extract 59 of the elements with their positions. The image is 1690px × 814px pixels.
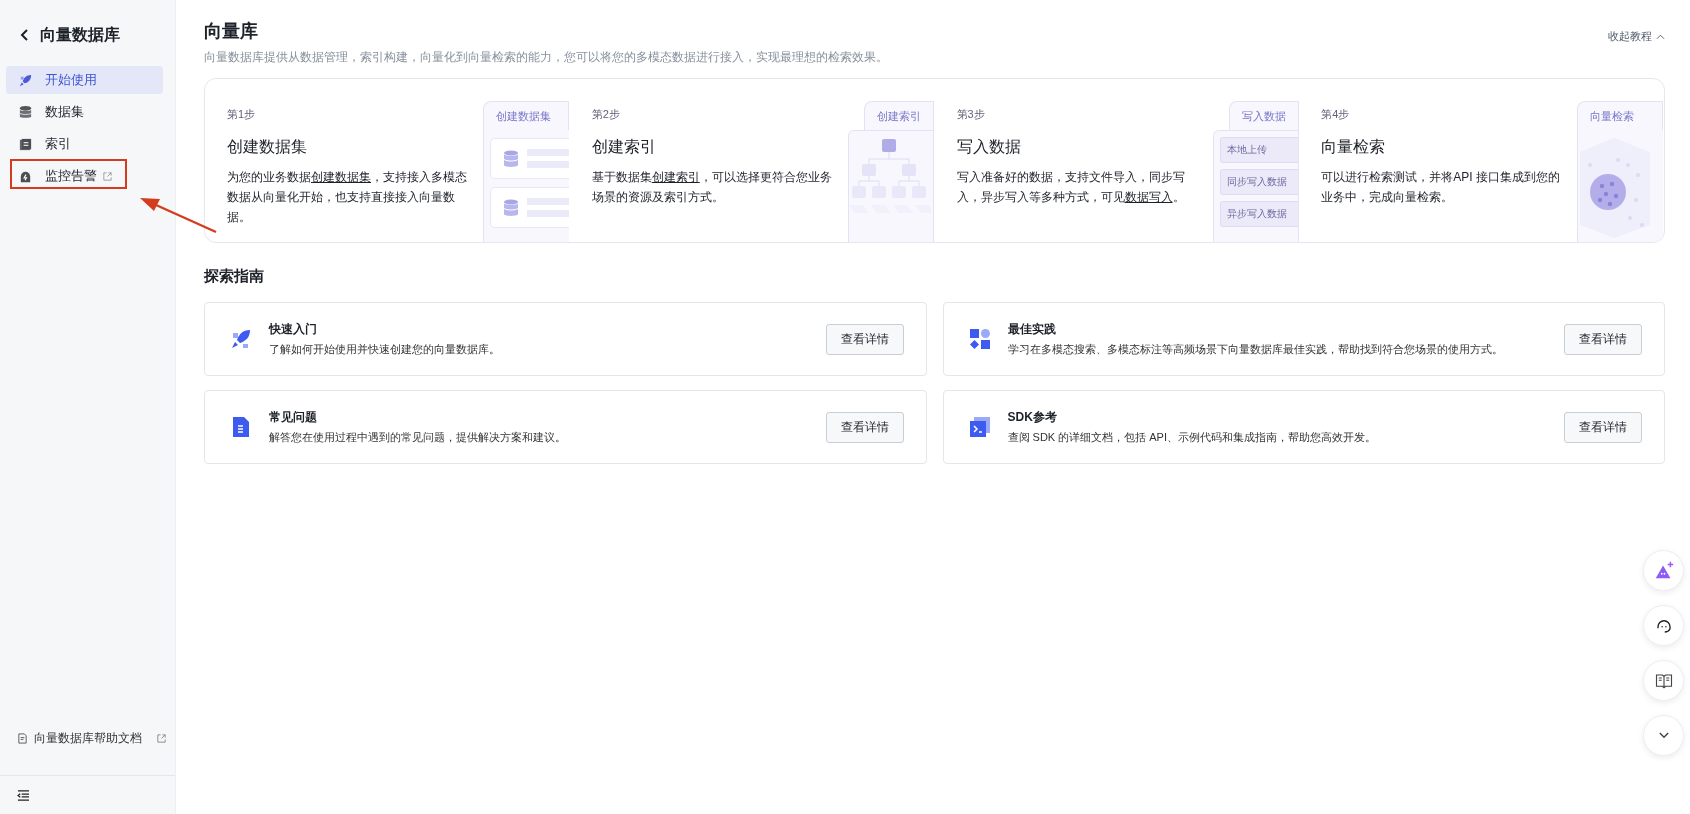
terminal-icon <box>967 415 992 439</box>
card-title: SDK参考 <box>1007 409 1058 426</box>
collapse-tutorial-link[interactable]: 收起教程 <box>1608 29 1665 44</box>
assistant-button[interactable] <box>1643 550 1684 591</box>
sidebar-item[interactable]: 监控告警 <box>6 162 163 190</box>
step-title: 创建数据集 <box>227 137 308 157</box>
index-icon <box>18 136 33 152</box>
sidebar-title: 向量数据库 <box>40 24 120 45</box>
card-title: 快速入门 <box>269 321 318 338</box>
external-link-icon <box>102 170 113 182</box>
card-title: 最佳实践 <box>1007 321 1057 338</box>
sidebar-item[interactable]: 索引 <box>6 130 163 158</box>
page-title: 向量库 <box>204 20 259 43</box>
step-title: 向量检索 <box>1321 137 1387 157</box>
view-details-button[interactable]: 查看详情 <box>825 323 904 355</box>
help-link[interactable]: 向量数据库帮助文档 <box>0 730 175 775</box>
step-description: 写入准备好的数据，支持文件导入，同步写入，异步写入等多种方式，可见数据写入。 <box>956 169 1186 206</box>
view-details-button[interactable]: 查看详情 <box>1564 323 1642 355</box>
step-number: 第2步 <box>591 107 621 122</box>
panel-item: 本地上传 <box>1219 137 1298 163</box>
document-icon <box>17 733 28 744</box>
external-link-icon <box>156 733 167 744</box>
step-link[interactable]: 数据写入 <box>1124 190 1173 204</box>
card-description: 查阅 SDK 的详细文档，包括 API、示例代码和集成指南，帮助您高效开发。 <box>1007 430 1378 445</box>
rocket-icon <box>229 327 253 351</box>
database-icon <box>503 149 519 168</box>
support-button[interactable] <box>1643 605 1684 646</box>
card-description: 学习在多模态搜索、多模态标注等高频场景下向量数据库最佳实践，帮助找到符合您场景的使用方式。 <box>1007 342 1504 357</box>
step-description: 可以进行检索测试，并将API 接口集成到您的业务中，完成向量检索。 <box>1321 169 1561 206</box>
sidebar-item[interactable]: 数据集 <box>6 98 163 126</box>
step-description: 为您的业务数据创建数据集，支持接入多模态数据从向量化开始，也支持直接接入向量数据。 <box>227 169 468 226</box>
step-link[interactable]: 创建数据集 <box>311 170 371 184</box>
card-title: 常见问题 <box>269 409 318 426</box>
view-details-button[interactable]: 查看详情 <box>825 411 904 443</box>
step-link[interactable]: 创建索引 <box>651 170 700 184</box>
section-heading: 探索指南 <box>204 267 265 286</box>
database-icon <box>18 104 33 120</box>
step-number: 第4步 <box>1321 107 1351 122</box>
rocket-icon <box>18 72 33 88</box>
step-title: 写入数据 <box>956 137 1022 157</box>
book-icon <box>1654 671 1673 690</box>
collapse-sidebar-icon[interactable] <box>17 789 30 801</box>
view-details-button[interactable]: 查看详情 <box>1564 411 1642 443</box>
chevron-down-icon <box>1658 732 1669 739</box>
panel-item: 同步写入数据 <box>1219 169 1298 195</box>
step-number: 第1步 <box>227 107 257 122</box>
back-icon[interactable] <box>20 28 30 42</box>
shapes-icon <box>967 327 992 351</box>
step-title: 创建索引 <box>591 137 657 157</box>
database-icon <box>503 198 519 217</box>
card-description: 了解如何开始使用并快速创建您的向量数据库。 <box>269 342 501 357</box>
step-description: 基于数据集创建索引，可以选择更符合您业务场景的资源及索引方式。 <box>591 169 833 206</box>
page-subtitle: 向量数据库提供从数据管理，索引构建，向量化到向量检索的能力，您可以将您的多模态数据进行接入，实现最理想的检索效果。 <box>204 49 888 66</box>
docs-button[interactable] <box>1643 660 1684 701</box>
sidebar-item[interactable]: 开始使用 <box>6 66 163 94</box>
panel-item: 异步写入数据 <box>1219 201 1298 227</box>
card-description: 解答您在使用过程中遇到的常见问题，提供解决方案和建议。 <box>269 430 567 445</box>
step-number: 第3步 <box>956 107 986 122</box>
caret-up-icon <box>1656 33 1665 40</box>
